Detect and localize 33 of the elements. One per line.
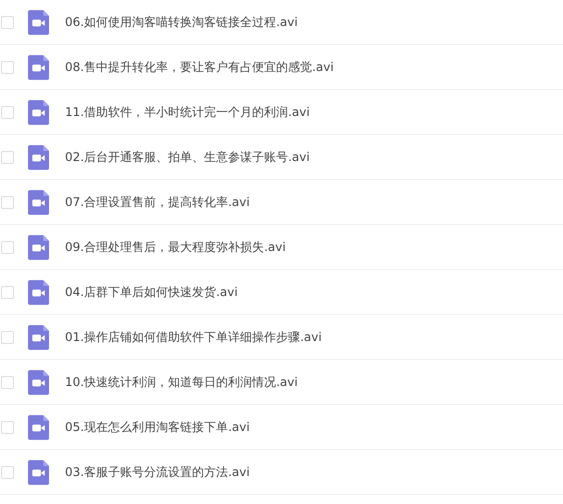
file-name[interactable]: 11.借助软件，半小时统计完一个月的利润.avi [65,104,310,120]
video-file-icon [28,10,49,34]
checkbox[interactable] [1,240,14,254]
video-file-icon [28,460,49,484]
file-name[interactable]: 05.现在怎么利用淘客链接下单.avi [65,418,250,436]
video-file-icon [28,144,49,170]
video-file-icon [28,100,49,124]
checkbox[interactable] [1,286,14,298]
file-name[interactable]: 03.客服子账号分流设置的方法.avi [65,464,250,480]
video-file-icon [28,370,49,394]
file-name[interactable]: 07.合理设置售前，提高转化率.avi [65,194,250,210]
file-name[interactable]: 10.快速统计利润，知道每日的利润情况.avi [65,374,298,390]
file-name[interactable]: 09.合理处理售后，最大程度弥补损失.avi [65,238,286,256]
file-name[interactable]: 04.店群下单后如何快速发货.avi [65,284,238,300]
file-name[interactable]: 06.如何使用淘客喵转换淘客链接全过程.avi [65,14,298,30]
checkbox[interactable] [1,466,14,478]
video-file-icon [28,234,49,260]
video-file-icon [28,54,49,80]
file-name[interactable]: 02.后台开通客服、拍单、生意参谋子账号.avi [65,148,310,166]
video-file-icon [28,190,49,214]
checkbox[interactable] [1,330,14,344]
checkbox[interactable] [1,106,14,118]
file-name[interactable]: 01.操作店铺如何借助软件下单详细操作步骤.avi [65,328,322,346]
checkbox[interactable] [1,376,14,388]
checkbox[interactable] [1,196,14,208]
checkbox[interactable] [1,150,14,164]
checkbox[interactable] [1,420,14,434]
checkbox[interactable] [1,16,14,28]
checkbox[interactable] [1,60,14,74]
video-file-icon [28,324,49,350]
video-file-icon [28,414,49,440]
file-name[interactable]: 08.售中提升转化率，要让客户有占便宜的感觉.avi [65,58,334,76]
video-file-icon [28,280,49,304]
